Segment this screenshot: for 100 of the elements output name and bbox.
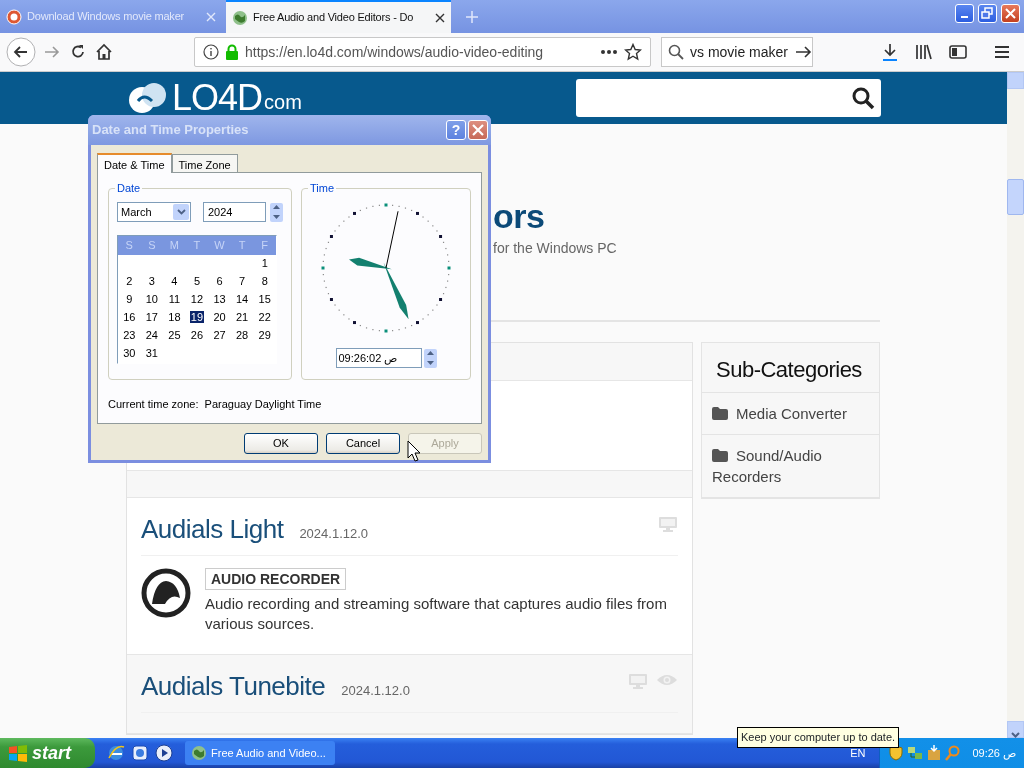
calendar-day[interactable]: 4 [171,275,178,288]
calendar-day[interactable]: 24 [145,329,158,342]
time-spinner[interactable] [423,348,437,368]
page-heading: ors [493,196,546,236]
logo-text: LO4D [172,80,263,116]
home-icon[interactable] [94,42,114,62]
minimize-button[interactable] [955,4,974,23]
calendar-day[interactable]: 22 [258,311,271,324]
taskbar-clock: 09:26 ص [972,745,1016,762]
dialog-button[interactable]: OK [244,433,318,454]
calendar-day[interactable]: 16 [123,311,136,324]
download-icon[interactable] [880,42,900,62]
category-label[interactable]: AUDIO RECORDER [205,568,347,590]
calendar-day[interactable]: 5 [193,275,201,288]
category-link[interactable]: Media Converter [702,393,879,435]
calendar-day[interactable]: 26 [190,329,204,342]
calendar-day[interactable]: 23 [123,329,136,342]
app-icon[interactable] [141,568,191,618]
calendar-day[interactable]: 14 [235,293,249,306]
calendar-day[interactable]: 9 [126,293,133,306]
calendar-day[interactable]: 1 [261,257,268,270]
calendar-day[interactable]: 27 [213,329,226,342]
eye-icon [656,673,678,687]
more-icon[interactable] [600,49,618,55]
shield-icon[interactable] [888,745,905,761]
restore-button[interactable] [978,4,997,23]
scroll-thumb[interactable] [1007,179,1024,215]
back-button[interactable] [6,37,36,67]
calendar-day[interactable]: 3 [148,275,155,288]
dialog-tab[interactable]: Date & Time [97,153,172,173]
calendar-day[interactable]: 11 [168,293,181,306]
desktop-icon[interactable] [131,744,149,762]
down-arrow-icon [426,360,434,365]
lock-icon [225,44,239,60]
media-player-icon[interactable] [155,744,173,762]
close-button[interactable] [468,120,488,140]
arrow-icon[interactable] [794,44,813,60]
year-field[interactable]: 2024 [203,202,266,222]
update-icon[interactable] [926,745,943,761]
month-dropdown[interactable]: March [117,202,191,222]
calendar-day[interactable]: 15 [258,293,271,306]
tooltip: Keep your computer up to date. [737,727,900,748]
taskbar-button[interactable]: Free Audio and Video... [185,741,335,765]
page-subtitle: for the Windows PC [493,239,618,258]
search-field[interactable]: vs movie maker [661,37,813,67]
calendar-day[interactable]: 21 [235,311,249,324]
weekday-label: T [185,236,209,255]
calendar-day[interactable]: 29 [258,329,271,342]
minimize-icon [961,16,968,18]
monitor-icon [628,673,648,689]
scrollbar[interactable] [1007,72,1024,738]
circle-icon [6,8,22,25]
calendar-day[interactable]: 7 [239,275,246,288]
weekday-label: S [140,236,164,255]
calendar-day[interactable]: 19 [189,311,205,324]
search-icon[interactable] [851,86,875,110]
dialog-tab[interactable]: Time Zone [171,154,238,172]
calendar-day[interactable]: 30 [123,347,136,360]
address-bar[interactable]: https://en.lo4d.com/windows/audio-video-editing [194,37,651,67]
folder-icon [712,449,728,462]
calendar-day[interactable]: 20 [213,311,226,324]
search-text: vs movie maker [690,42,789,62]
calendar-day[interactable]: 31 [145,347,158,360]
year-spinner[interactable] [270,202,283,222]
start-button[interactable]: start [0,738,95,768]
library-icon[interactable] [914,42,934,62]
weekday-label: T [230,236,254,255]
dialog-button[interactable]: Cancel [326,433,400,454]
calendar-day[interactable]: 18 [168,311,181,324]
up-arrow-icon [426,351,434,356]
weekday-label: F [253,236,276,255]
url-text: https://en.lo4d.com/windows/audio-video-editing [245,42,545,62]
calendar-day[interactable]: 12 [190,293,204,306]
calendar-day[interactable]: 13 [213,293,226,306]
close-icon[interactable] [435,12,445,23]
calendar-day[interactable]: 28 [235,329,249,342]
star-icon[interactable] [624,43,642,61]
weekday-label: W [208,236,231,255]
group-label: Date [116,183,142,194]
app-title[interactable]: Audials Light [141,510,284,549]
calendar-day[interactable]: 2 [126,275,133,288]
monitor-icon [658,516,678,532]
time-field[interactable]: 09:26:02 ص [335,348,422,368]
calendar-day[interactable]: 25 [168,329,181,342]
close-icon [472,124,484,136]
info-icon[interactable] [203,44,219,60]
category-link[interactable]: Sound/Audio Recorders [702,435,879,498]
calendar-day[interactable]: 8 [261,275,268,288]
app-title[interactable]: Audials Tunebite [141,667,326,706]
browser-icon[interactable] [107,744,125,762]
weekday-label: M [163,236,186,255]
group-label: Time [309,183,336,194]
mouse-cursor-icon [407,440,421,462]
calendar-day[interactable]: 6 [216,275,223,288]
close-button[interactable] [1001,4,1020,23]
site-search-field[interactable] [576,79,881,117]
calendar-day[interactable]: 10 [145,293,158,306]
browser-tab[interactable]: Free Audio and Video Editors - Do [226,0,451,33]
sidebar-icon[interactable] [948,42,968,62]
calendar-day[interactable]: 17 [145,311,158,324]
